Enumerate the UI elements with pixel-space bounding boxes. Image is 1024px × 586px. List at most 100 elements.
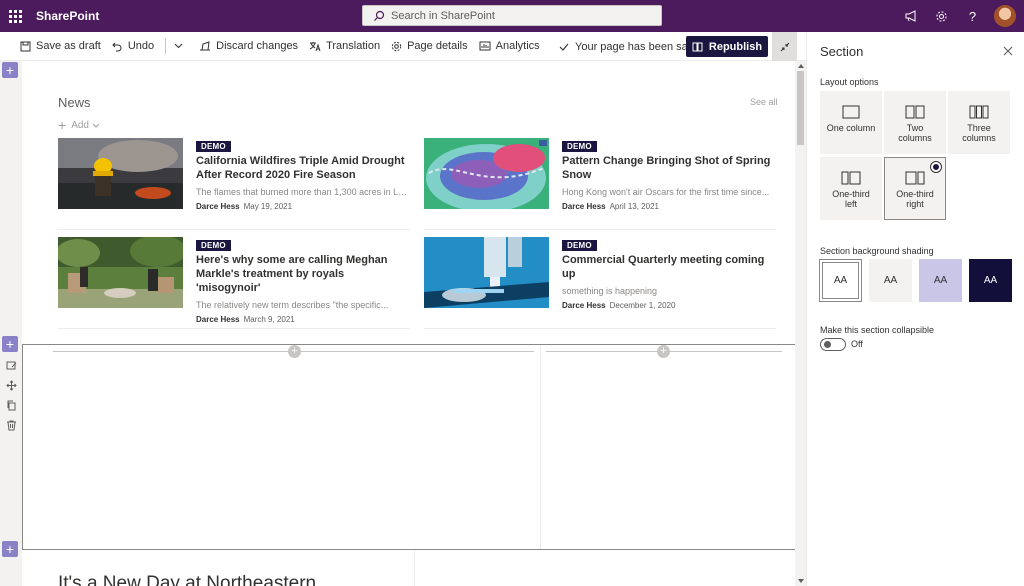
translation-label: Translation <box>326 40 381 52</box>
add-section-button[interactable]: + <box>2 336 18 352</box>
shading-option-neutral[interactable]: AA <box>869 259 912 302</box>
news-card-title[interactable]: California Wildfires Triple Amid Drought… <box>196 154 410 182</box>
page-content: News See all + Add DEMO California Wildf… <box>22 61 796 586</box>
three-columns-icon <box>969 105 989 119</box>
layout-options-label: Layout options <box>820 77 879 87</box>
scrollbar-thumb[interactable] <box>797 71 804 145</box>
add-webpart-button[interactable]: + <box>288 345 301 358</box>
undo-label: Undo <box>127 40 155 52</box>
page-details-button[interactable]: Page details <box>391 40 468 52</box>
app-launcher-icon[interactable] <box>0 0 30 32</box>
tag-badge: DEMO <box>196 240 231 251</box>
scroll-up-arrow[interactable] <box>798 64 804 68</box>
selected-section[interactable]: + + <box>22 344 796 550</box>
shading-option-none[interactable]: AA <box>819 259 862 302</box>
close-icon[interactable] <box>1001 44 1015 58</box>
save-status: Your page has been saved <box>559 32 705 61</box>
news-card-title[interactable]: Here's why some are calling Meghan Markl… <box>196 253 410 295</box>
gear-icon <box>391 41 402 51</box>
news-card[interactable]: DEMO Commercial Quarterly meeting coming… <box>424 237 776 329</box>
selected-radio-icon <box>930 161 942 173</box>
news-card-title[interactable]: Commercial Quarterly meeting coming up <box>562 253 776 281</box>
scrollbar[interactable] <box>795 61 806 586</box>
layout-label: left <box>844 199 857 209</box>
add-news-label: Add <box>71 119 89 131</box>
add-news-button[interactable]: + Add <box>58 117 100 133</box>
section-property-pane: Section Layout options One column Two co… <box>806 32 1024 586</box>
shading-option-soft[interactable]: AA <box>919 259 962 302</box>
undo-icon <box>112 42 122 51</box>
shading-option-strong[interactable]: AA <box>969 259 1012 302</box>
discard-changes-button[interactable]: Discard changes <box>199 40 298 52</box>
republish-label: Republish <box>708 40 763 53</box>
translation-button[interactable]: Translation <box>309 40 380 52</box>
shading-sample-text: AA <box>833 275 848 286</box>
avatar[interactable] <box>994 5 1016 27</box>
pane-title: Section <box>820 44 864 59</box>
layout-label: columns <box>962 133 996 143</box>
tag-badge: DEMO <box>196 141 231 152</box>
tag-badge: DEMO <box>562 240 597 251</box>
save-icon <box>20 41 31 51</box>
layout-three-columns[interactable]: Three columns <box>948 91 1010 154</box>
news-card[interactable]: DEMO Here's why some are calling Meghan … <box>58 237 410 329</box>
duplicate-section-icon[interactable] <box>4 398 18 412</box>
save-draft-button[interactable]: Save as draft <box>20 40 101 52</box>
news-card-description: Hong Kong won't air Oscars for the first… <box>562 187 770 197</box>
shading-sample-text: AA <box>883 275 898 286</box>
shading-label: Section background shading <box>820 246 934 256</box>
add-section-button[interactable]: + <box>2 541 18 557</box>
one-third-right-icon <box>905 171 925 185</box>
scroll-down-arrow[interactable] <box>798 579 804 583</box>
page-canvas: + + + News See all + Add DEMO California… <box>0 61 806 586</box>
news-card-author: Darce Hess <box>562 202 606 211</box>
layout-two-columns[interactable]: Two columns <box>884 91 946 154</box>
edit-section-icon[interactable] <box>4 358 18 372</box>
news-card-description: The flames that burned more than 1,300 a… <box>196 187 410 197</box>
layout-label: One column <box>826 123 876 133</box>
collapsible-toggle[interactable] <box>820 338 846 351</box>
news-card-author: Darce Hess <box>196 202 240 211</box>
shading-sample-text: AA <box>983 275 998 286</box>
delete-section-icon[interactable] <box>4 418 18 432</box>
republish-button[interactable]: Republish <box>686 36 768 57</box>
discard-label: Discard changes <box>216 40 299 52</box>
app-name[interactable]: SharePoint <box>36 9 99 23</box>
move-section-icon[interactable] <box>4 378 18 392</box>
one-column-icon <box>842 105 860 119</box>
news-card-date: May 19, 2021 <box>243 202 293 211</box>
news-thumbnail-garden <box>58 237 183 308</box>
divider <box>165 38 167 54</box>
search-icon <box>374 10 385 21</box>
layout-one-column[interactable]: One column <box>820 91 882 154</box>
news-card-title[interactable]: Pattern Change Bringing Shot of Spring S… <box>562 154 776 182</box>
add-webpart-button[interactable]: + <box>657 345 670 358</box>
shading-sample-text: AA <box>933 275 948 286</box>
analytics-button[interactable]: Analytics <box>479 40 540 52</box>
command-bar: Save as draft Undo Discard changes Trans… <box>0 32 806 61</box>
gear-icon[interactable] <box>926 0 957 32</box>
collapsible-label: Make this section collapsible <box>820 325 935 335</box>
section-heading[interactable]: It's a New Day at Northeastern <box>58 573 316 586</box>
see-all-link[interactable]: See all <box>750 97 778 107</box>
news-card[interactable]: DEMO California Wildfires Triple Amid Dr… <box>58 138 410 230</box>
layout-one-third-left[interactable]: One-third left <box>820 157 882 220</box>
collapse-pane-button[interactable] <box>772 32 797 61</box>
layout-one-third-right[interactable]: One-third right <box>884 157 946 220</box>
undo-button[interactable]: Undo <box>112 40 154 52</box>
layout-label: columns <box>898 133 932 143</box>
page-details-label: Page details <box>407 40 468 52</box>
news-card[interactable]: DEMO Pattern Change Bringing Shot of Spr… <box>424 138 776 230</box>
translation-icon <box>309 41 321 51</box>
layout-label: Two <box>906 123 924 133</box>
add-section-button[interactable]: + <box>2 62 18 78</box>
undo-dropdown[interactable] <box>174 43 188 49</box>
megaphone-icon[interactable] <box>895 0 926 32</box>
tag-badge: DEMO <box>562 141 597 152</box>
layout-label: One-third <box>896 189 934 199</box>
news-card-date: December 1, 2020 <box>609 301 676 310</box>
help-icon[interactable]: ? <box>957 0 988 32</box>
news-card-description: The relatively new term describes "the s… <box>196 300 389 310</box>
save-draft-label: Save as draft <box>36 40 101 52</box>
search-input[interactable]: Search in SharePoint <box>362 5 662 26</box>
